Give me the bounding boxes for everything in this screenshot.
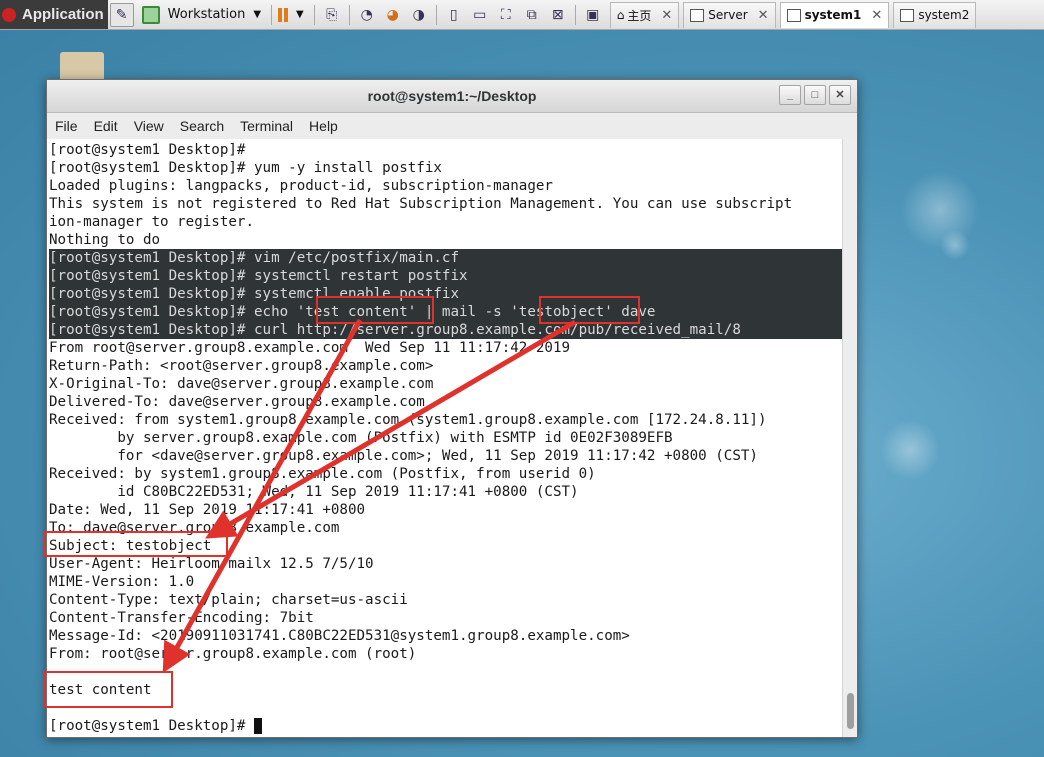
tab-home[interactable]: ⌂ 主页 ✕ (609, 1, 680, 28)
terminal-line: Subject: testobject (49, 538, 212, 554)
text-cursor (254, 718, 262, 734)
snapshot-revert-icon[interactable]: ◕ (382, 4, 404, 26)
terminal-line: To: dave@server.group8.example.com (49, 520, 340, 536)
terminal-line: From: root@server.group8.example.com (ro… (49, 646, 417, 662)
maximize-icon[interactable]: □ (804, 85, 826, 105)
terminal-line: test content (49, 682, 152, 698)
chevron-down-icon[interactable]: ▼ (296, 9, 304, 20)
divider (435, 4, 437, 25)
terminal-line: User-Agent: Heirloom mailx 12.5 7/5/10 (49, 556, 374, 572)
background-decoration (880, 420, 940, 480)
terminal-line: [root@system1 Desktop]# (49, 142, 246, 158)
terminal-line: Received: by system1.group8.example.com … (49, 466, 596, 482)
pin-icon[interactable]: ✎ (109, 2, 134, 27)
scrollbar[interactable] (842, 139, 857, 737)
tab-label: system2 (918, 8, 970, 22)
vm-icon (900, 8, 915, 22)
pause-icon[interactable] (278, 7, 289, 22)
divider (348, 4, 350, 25)
menubar: File Edit View Search Terminal Help (47, 113, 857, 140)
stretch-icon[interactable]: ⊠ (547, 4, 569, 26)
terminal-line: Message-Id: <20190911031741.C80BC22ED531… (49, 628, 630, 644)
terminal-line: Content-Type: text/plain; charset=us-asc… (49, 592, 408, 608)
terminal-line: Loaded plugins: langpacks, product-id, s… (49, 178, 553, 194)
menu-search[interactable]: Search (172, 118, 232, 134)
home-icon: ⌂ (616, 8, 625, 22)
terminal-line: [root@system1 Desktop]# echo 'test conte… (49, 303, 843, 321)
menu-file[interactable]: File (47, 118, 86, 134)
terminal-line: for <dave@server.group8.example.com>; We… (49, 448, 758, 464)
menu-terminal[interactable]: Terminal (232, 118, 301, 134)
divider (574, 4, 576, 25)
console-view-icon[interactable]: ▣ (582, 4, 604, 26)
redhat-logo-icon (2, 7, 16, 22)
applications-label: Application (22, 6, 104, 23)
close-icon[interactable]: ✕ (871, 8, 882, 23)
snapshot-manager-icon[interactable]: ◑ (408, 4, 430, 26)
terminal-line: id C80BC22ED531; Wed, 11 Sep 2019 11:17:… (49, 484, 579, 500)
chevron-down-icon: ▼ (253, 9, 262, 20)
window-titlebar[interactable]: root@system1:~/Desktop _ □ ✕ (47, 80, 857, 113)
terminal-line: [root@system1 Desktop]# systemctl restar… (49, 267, 843, 285)
terminal-line: Date: Wed, 11 Sep 2019 11:17:41 +0800 (49, 502, 366, 518)
terminal-line: From root@server.group8.example.com Wed … (49, 340, 571, 356)
close-icon[interactable]: ✕ (829, 85, 851, 105)
terminal-line: [root@system1 Desktop]# systemctl enable… (49, 285, 843, 303)
fullscreen-icon[interactable]: ⛶ (495, 4, 517, 26)
terminal-output[interactable]: [root@system1 Desktop]# [root@system1 Des… (47, 139, 843, 737)
terminal-line: [root@system1 Desktop]# (49, 717, 843, 735)
thumbnail-view-icon[interactable]: ▭ (469, 4, 491, 26)
terminal-window: root@system1:~/Desktop _ □ ✕ File Edit V… (46, 79, 858, 738)
terminal-line: Delivered-To: dave@server.group8.example… (49, 394, 425, 410)
workstation-label: Workstation (167, 7, 246, 22)
workstation-icon (141, 5, 160, 24)
terminal-line: MIME-Version: 1.0 (49, 574, 195, 590)
terminal-line: Content-Transfer-Encoding: 7bit (49, 610, 314, 626)
tab-system1[interactable]: system1 ✕ (779, 1, 890, 28)
snapshot-icon[interactable]: ◔ (356, 4, 378, 26)
close-icon[interactable]: ✕ (661, 8, 672, 23)
tab-server[interactable]: Server ✕ (683, 1, 776, 28)
close-icon[interactable]: ✕ (758, 8, 769, 23)
terminal-line: Received: from system1.group8.example.co… (49, 412, 767, 428)
unity-icon[interactable]: ⧉ (521, 4, 543, 26)
divider (271, 4, 273, 25)
sidebar-view-icon[interactable]: ▯ (443, 4, 465, 26)
terminal-line: This system is not registered to Red Hat… (49, 196, 793, 212)
terminal-line: Nothing to do (49, 232, 161, 248)
background-decoration (940, 230, 970, 260)
applications-menu[interactable]: Application (0, 0, 108, 29)
window-title: root@system1:~/Desktop (367, 88, 537, 104)
terminal-line: [root@system1 Desktop]# curl http://serv… (49, 321, 843, 339)
workstation-menu[interactable]: Workstation ▼ (136, 5, 267, 24)
tab-label: 主页 (627, 8, 652, 23)
divider (313, 4, 315, 25)
vm-icon (786, 8, 801, 22)
terminal-line: [root@system1 Desktop]# yum -y install p… (49, 160, 442, 176)
terminal-line: X-Original-To: dave@server.group8.exampl… (49, 376, 434, 392)
vm-toolbar: Application ✎ Workstation ▼ ▼ ⎘ ◔ ◕ ◑ ▯ … (0, 0, 1044, 30)
tab-label: system1 (804, 8, 862, 22)
tab-label: Server (708, 8, 748, 22)
tab-system2[interactable]: system2 (893, 1, 977, 28)
terminal-line: [root@system1 Desktop]# vim /etc/postfix… (49, 249, 843, 267)
menu-edit[interactable]: Edit (86, 118, 126, 134)
terminal-line: by server.group8.example.com (Postfix) w… (49, 430, 673, 446)
vm-icon (690, 8, 705, 22)
network-icon[interactable]: ⎘ (321, 4, 343, 26)
terminal-line: Return-Path: <root@server.group8.example… (49, 358, 434, 374)
menu-view[interactable]: View (126, 118, 172, 134)
scrollbar-thumb[interactable] (847, 693, 854, 729)
menu-help[interactable]: Help (301, 118, 346, 134)
minimize-icon[interactable]: _ (779, 85, 801, 105)
terminal-line: ion-manager to register. (49, 214, 254, 230)
